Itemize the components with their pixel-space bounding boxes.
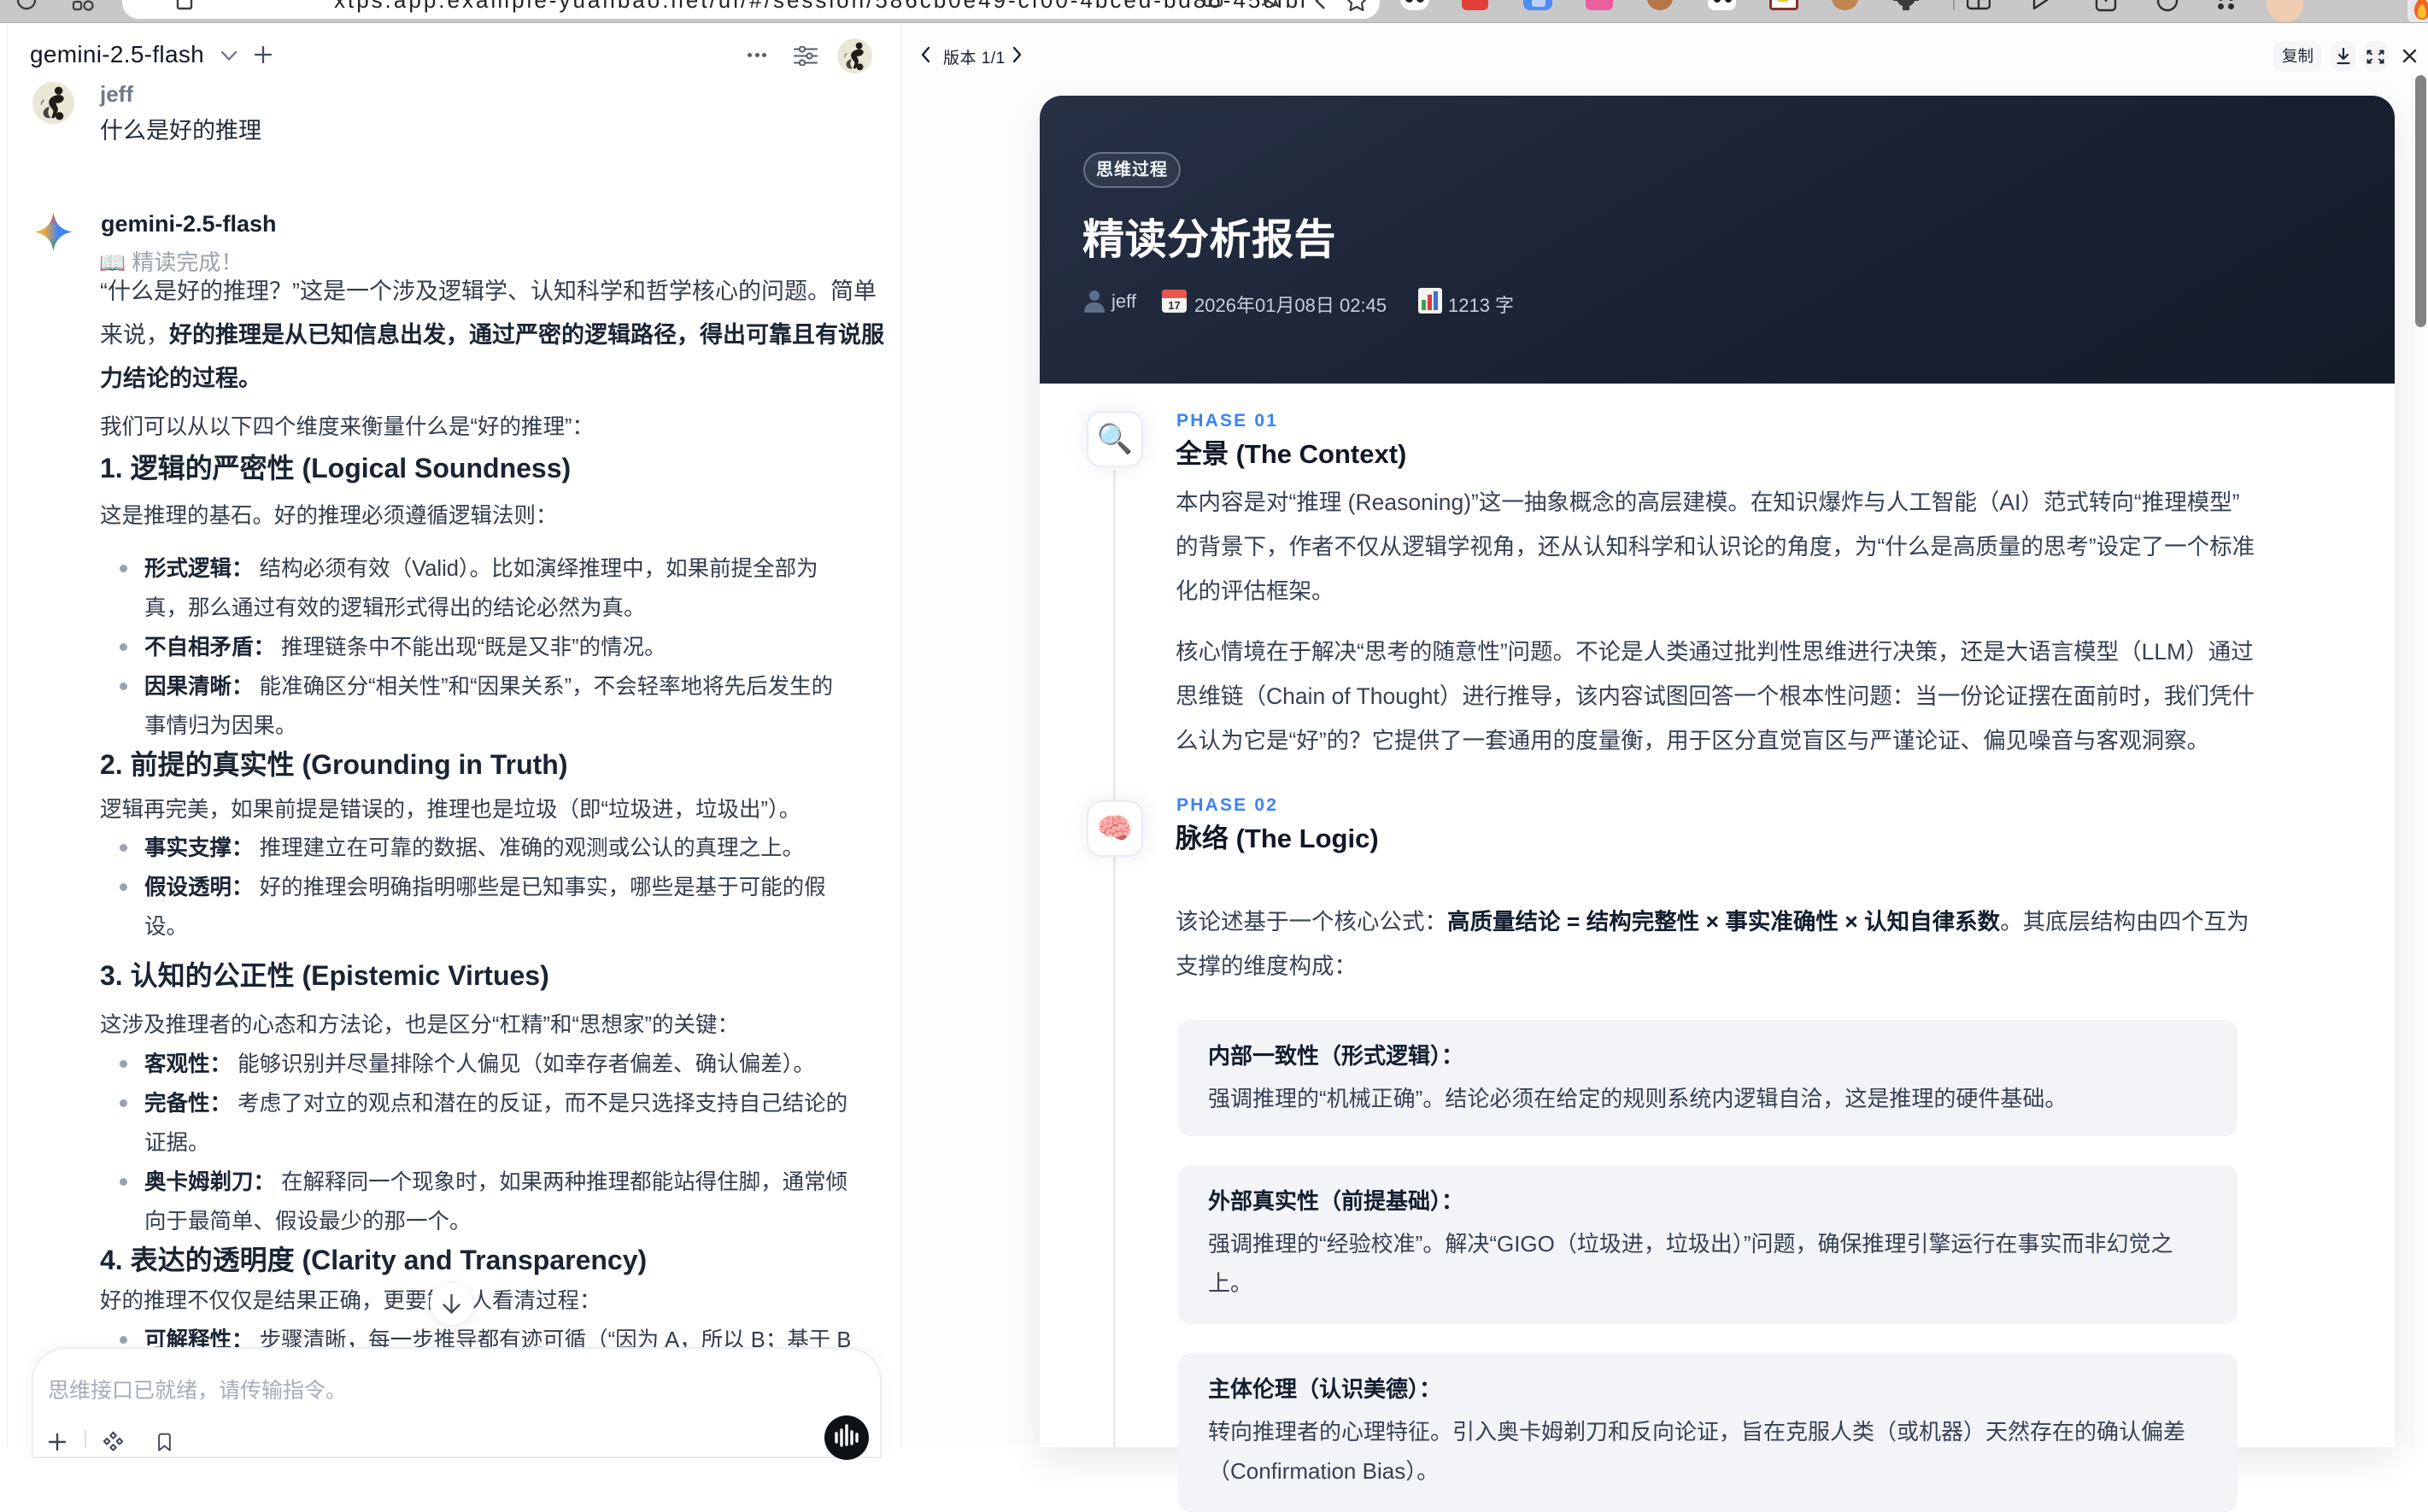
svg-text:17: 17: [1168, 299, 1180, 312]
